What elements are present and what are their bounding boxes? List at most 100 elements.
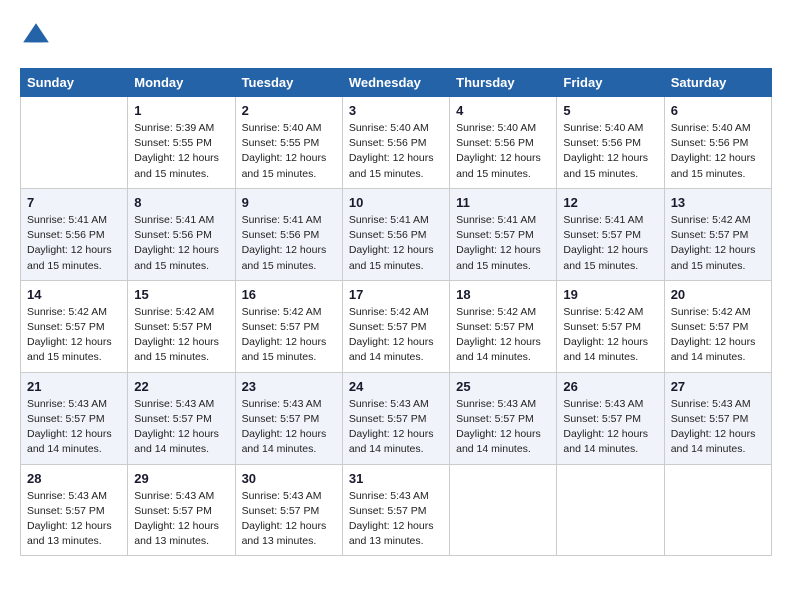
calendar-cell: 20 Sunrise: 5:42 AMSunset: 5:57 PMDayligh…	[664, 280, 771, 372]
day-number: 31	[349, 471, 443, 486]
day-number: 16	[242, 287, 336, 302]
header-day-saturday: Saturday	[664, 69, 771, 97]
calendar-cell: 8Sunrise: 5:41 AMSunset: 5:56 PMDaylight…	[128, 188, 235, 280]
cell-info: Sunrise: 5:42 AMSunset: 5:57 PMDaylight:…	[27, 305, 121, 366]
calendar-cell: 27 Sunrise: 5:43 AMSunset: 5:57 PMDayligh…	[664, 372, 771, 464]
calendar-cell: 17 Sunrise: 5:42 AMSunset: 5:57 PMDayligh…	[342, 280, 449, 372]
day-number: 6	[671, 103, 765, 118]
day-number: 3	[349, 103, 443, 118]
cell-info: Sunrise: 5:42 AMSunset: 5:57 PMDaylight:…	[671, 305, 765, 366]
calendar-cell: 4 Sunrise: 5:40 AMSunset: 5:56 PMDaylight…	[450, 97, 557, 189]
header-day-monday: Monday	[128, 69, 235, 97]
day-number: 17	[349, 287, 443, 302]
calendar-cell	[557, 464, 664, 556]
calendar-cell: 6 Sunrise: 5:40 AMSunset: 5:56 PMDaylight…	[664, 97, 771, 189]
cell-info: Sunrise: 5:42 AMSunset: 5:57 PMDaylight:…	[349, 305, 443, 366]
cell-info: Sunrise: 5:43 AMSunset: 5:57 PMDaylight:…	[27, 489, 121, 550]
calendar-cell: 19 Sunrise: 5:42 AMSunset: 5:57 PMDayligh…	[557, 280, 664, 372]
calendar-cell: 12 Sunrise: 5:41 AMSunset: 5:57 PMDayligh…	[557, 188, 664, 280]
cell-info: Sunrise: 5:42 AMSunset: 5:57 PMDaylight:…	[563, 305, 657, 366]
cell-info: Sunrise: 5:43 AMSunset: 5:57 PMDaylight:…	[563, 397, 657, 458]
header-row: SundayMondayTuesdayWednesdayThursdayFrid…	[21, 69, 772, 97]
week-row-3: 14Sunrise: 5:42 AMSunset: 5:57 PMDayligh…	[21, 280, 772, 372]
cell-info: Sunrise: 5:43 AMSunset: 5:57 PMDaylight:…	[134, 397, 228, 458]
calendar-cell: 1Sunrise: 5:39 AMSunset: 5:55 PMDaylight…	[128, 97, 235, 189]
day-number: 27	[671, 379, 765, 394]
day-number: 28	[27, 471, 121, 486]
cell-info: Sunrise: 5:43 AMSunset: 5:57 PMDaylight:…	[671, 397, 765, 458]
day-number: 10	[349, 195, 443, 210]
calendar-table: SundayMondayTuesdayWednesdayThursdayFrid…	[20, 68, 772, 556]
day-number: 11	[456, 195, 550, 210]
calendar-cell: 11 Sunrise: 5:41 AMSunset: 5:57 PMDayligh…	[450, 188, 557, 280]
cell-info: Sunrise: 5:42 AMSunset: 5:57 PMDaylight:…	[671, 213, 765, 274]
cell-info: Sunrise: 5:43 AMSunset: 5:57 PMDaylight:…	[134, 489, 228, 550]
calendar-cell	[450, 464, 557, 556]
cell-info: Sunrise: 5:41 AMSunset: 5:56 PMDaylight:…	[349, 213, 443, 274]
day-number: 26	[563, 379, 657, 394]
calendar-cell: 22 Sunrise: 5:43 AMSunset: 5:57 PMDayligh…	[128, 372, 235, 464]
calendar-cell: 5Sunrise: 5:40 AMSunset: 5:56 PMDaylight…	[557, 97, 664, 189]
calendar-cell: 23Sunrise: 5:43 AMSunset: 5:57 PMDayligh…	[235, 372, 342, 464]
calendar-cell: 24 Sunrise: 5:43 AMSunset: 5:57 PMDayligh…	[342, 372, 449, 464]
day-number: 12	[563, 195, 657, 210]
calendar-cell	[21, 97, 128, 189]
day-number: 20	[671, 287, 765, 302]
calendar-cell: 16 Sunrise: 5:42 AMSunset: 5:57 PMDayligh…	[235, 280, 342, 372]
logo-icon	[20, 20, 52, 52]
day-number: 5	[563, 103, 657, 118]
day-number: 7	[27, 195, 121, 210]
week-row-1: 1Sunrise: 5:39 AMSunset: 5:55 PMDaylight…	[21, 97, 772, 189]
day-number: 15	[134, 287, 228, 302]
calendar-cell: 21 Sunrise: 5:43 AMSunset: 5:57 PMDayligh…	[21, 372, 128, 464]
calendar-cell: 15Sunrise: 5:42 AMSunset: 5:57 PMDayligh…	[128, 280, 235, 372]
calendar-cell: 25 Sunrise: 5:43 AMSunset: 5:57 PMDayligh…	[450, 372, 557, 464]
day-number: 19	[563, 287, 657, 302]
day-number: 2	[242, 103, 336, 118]
cell-info: Sunrise: 5:40 AMSunset: 5:56 PMDaylight:…	[349, 121, 443, 182]
day-number: 29	[134, 471, 228, 486]
day-number: 13	[671, 195, 765, 210]
cell-info: Sunrise: 5:43 AMSunset: 5:57 PMDaylight:…	[27, 397, 121, 458]
cell-info: Sunrise: 5:43 AMSunset: 5:57 PMDaylight:…	[242, 489, 336, 550]
cell-info: Sunrise: 5:43 AMSunset: 5:57 PMDaylight:…	[456, 397, 550, 458]
day-number: 9	[242, 195, 336, 210]
logo	[20, 20, 56, 52]
cell-info: Sunrise: 5:43 AMSunset: 5:57 PMDaylight:…	[349, 489, 443, 550]
calendar-cell	[664, 464, 771, 556]
calendar-cell: 13 Sunrise: 5:42 AMSunset: 5:57 PMDayligh…	[664, 188, 771, 280]
calendar-cell: 26 Sunrise: 5:43 AMSunset: 5:57 PMDayligh…	[557, 372, 664, 464]
day-number: 30	[242, 471, 336, 486]
header-day-wednesday: Wednesday	[342, 69, 449, 97]
cell-info: Sunrise: 5:42 AMSunset: 5:57 PMDaylight:…	[242, 305, 336, 366]
calendar-cell: 29 Sunrise: 5:43 AMSunset: 5:57 PMDayligh…	[128, 464, 235, 556]
week-row-2: 7 Sunrise: 5:41 AMSunset: 5:56 PMDaylight…	[21, 188, 772, 280]
calendar-cell: 10 Sunrise: 5:41 AMSunset: 5:56 PMDayligh…	[342, 188, 449, 280]
calendar-cell: 30 Sunrise: 5:43 AMSunset: 5:57 PMDayligh…	[235, 464, 342, 556]
cell-info: Sunrise: 5:43 AMSunset: 5:57 PMDaylight:…	[349, 397, 443, 458]
calendar-cell: 31 Sunrise: 5:43 AMSunset: 5:57 PMDayligh…	[342, 464, 449, 556]
day-number: 18	[456, 287, 550, 302]
calendar-cell: 7 Sunrise: 5:41 AMSunset: 5:56 PMDaylight…	[21, 188, 128, 280]
header-day-friday: Friday	[557, 69, 664, 97]
day-number: 24	[349, 379, 443, 394]
cell-info: Sunrise: 5:42 AMSunset: 5:57 PMDaylight:…	[456, 305, 550, 366]
day-number: 25	[456, 379, 550, 394]
day-number: 4	[456, 103, 550, 118]
header-day-tuesday: Tuesday	[235, 69, 342, 97]
calendar-cell: 18 Sunrise: 5:42 AMSunset: 5:57 PMDayligh…	[450, 280, 557, 372]
day-number: 21	[27, 379, 121, 394]
cell-info: Sunrise: 5:40 AMSunset: 5:56 PMDaylight:…	[671, 121, 765, 182]
cell-info: Sunrise: 5:40 AMSunset: 5:56 PMDaylight:…	[456, 121, 550, 182]
week-row-4: 21 Sunrise: 5:43 AMSunset: 5:57 PMDayligh…	[21, 372, 772, 464]
day-number: 22	[134, 379, 228, 394]
calendar-cell: 2 Sunrise: 5:40 AMSunset: 5:55 PMDaylight…	[235, 97, 342, 189]
cell-info: Sunrise: 5:41 AMSunset: 5:57 PMDaylight:…	[456, 213, 550, 274]
cell-info: Sunrise: 5:39 AMSunset: 5:55 PMDaylight:…	[134, 121, 228, 182]
page-header	[20, 20, 772, 52]
cell-info: Sunrise: 5:41 AMSunset: 5:57 PMDaylight:…	[563, 213, 657, 274]
calendar-cell: 28 Sunrise: 5:43 AMSunset: 5:57 PMDayligh…	[21, 464, 128, 556]
cell-info: Sunrise: 5:40 AMSunset: 5:55 PMDaylight:…	[242, 121, 336, 182]
cell-info: Sunrise: 5:41 AMSunset: 5:56 PMDaylight:…	[27, 213, 121, 274]
week-row-5: 28 Sunrise: 5:43 AMSunset: 5:57 PMDayligh…	[21, 464, 772, 556]
